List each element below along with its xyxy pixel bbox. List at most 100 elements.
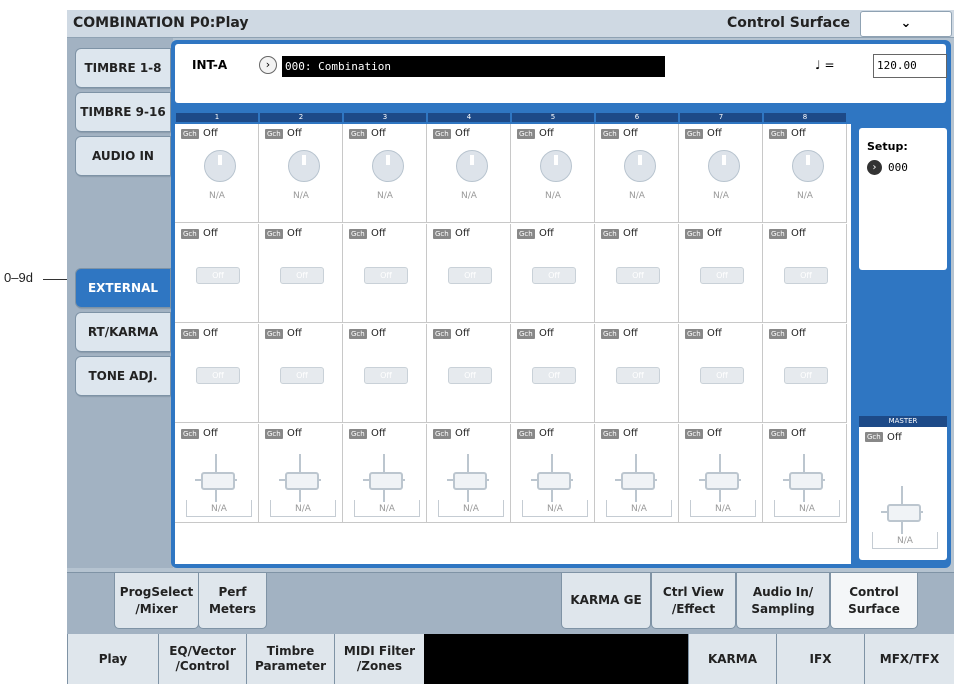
slider-handle[interactable] (887, 504, 921, 522)
gch-value[interactable]: Off (707, 428, 722, 439)
switch-button[interactable]: Off (700, 267, 744, 284)
chevron-down-icon: ⌄ (900, 16, 912, 31)
subtab-ctrl-view-effect[interactable]: Ctrl View /Effect (651, 573, 736, 629)
switch-button[interactable]: Off (280, 267, 324, 284)
gch-value[interactable]: Off (287, 428, 302, 439)
switch-button[interactable]: Off (364, 367, 408, 384)
gch-value[interactable]: Off (623, 428, 638, 439)
master-gch-badge: Gch (865, 432, 883, 442)
program-select-button[interactable]: › (259, 56, 277, 74)
slider-handle[interactable] (705, 472, 739, 490)
column-header: 7 (680, 113, 762, 122)
gch-value[interactable]: Off (791, 228, 806, 239)
gch-value[interactable]: Off (371, 228, 386, 239)
gch-value[interactable]: Off (287, 228, 302, 239)
gch-value[interactable]: Off (371, 428, 386, 439)
switch-button[interactable]: Off (616, 367, 660, 384)
master-gch-value[interactable]: Off (887, 432, 902, 443)
gch-value[interactable]: Off (203, 128, 218, 139)
maintab-timbre-parameter[interactable]: Timbre Parameter (246, 634, 334, 684)
knob[interactable] (456, 150, 488, 182)
slider-handle[interactable] (453, 472, 487, 490)
gch-value[interactable]: Off (371, 328, 386, 339)
knob-indicator (806, 155, 810, 165)
switch-button[interactable]: Off (532, 367, 576, 384)
slider-handle[interactable] (285, 472, 319, 490)
tab-timbre-1-8[interactable]: TIMBRE 1-8 (75, 48, 171, 88)
switch-button[interactable]: Off (616, 267, 660, 284)
maintab-mfx-tfx[interactable]: MFX/TFX (864, 634, 954, 684)
maintab-eq-vector-control[interactable]: EQ/Vector /Control (158, 634, 246, 684)
slider-handle[interactable] (369, 472, 403, 490)
maintab-midi-filter-zones[interactable]: MIDI Filter /Zones (334, 634, 424, 684)
gch-badge: Gch (769, 429, 787, 439)
subtab-control-surface[interactable]: Control Surface (830, 573, 918, 629)
gch-value[interactable]: Off (371, 128, 386, 139)
gch-value[interactable]: Off (455, 328, 470, 339)
knob[interactable] (708, 150, 740, 182)
gch-value[interactable]: Off (623, 328, 638, 339)
slider-handle[interactable] (621, 472, 655, 490)
switch-button[interactable]: Off (448, 367, 492, 384)
gch-value[interactable]: Off (203, 428, 218, 439)
switch-button[interactable]: Off (280, 367, 324, 384)
gch-value[interactable]: Off (203, 228, 218, 239)
gch-value[interactable]: Off (455, 128, 470, 139)
master-slider[interactable]: N/A (861, 456, 945, 555)
knob[interactable] (372, 150, 404, 182)
gch-value[interactable]: Off (791, 128, 806, 139)
switch-button[interactable]: Off (784, 367, 828, 384)
knob[interactable] (792, 150, 824, 182)
subtab-perf-meters[interactable]: Perf Meters (198, 573, 267, 629)
tab-timbre-9-16[interactable]: TIMBRE 9-16 (75, 92, 171, 132)
gch-value[interactable]: Off (539, 428, 554, 439)
gch-value[interactable]: Off (623, 228, 638, 239)
knob-value: N/A (713, 191, 729, 201)
knob[interactable] (288, 150, 320, 182)
gch-value[interactable]: Off (287, 128, 302, 139)
switch-button[interactable]: Off (700, 367, 744, 384)
setup-select-button[interactable]: › (867, 160, 882, 175)
knob[interactable] (204, 150, 236, 182)
subtab-progselect-mixer[interactable]: ProgSelect /Mixer (114, 573, 199, 629)
gch-value[interactable]: Off (791, 328, 806, 339)
subtab-audio-in-sampling[interactable]: Audio In/ Sampling (736, 573, 830, 629)
tab-tone-adj[interactable]: TONE ADJ. (75, 356, 171, 396)
gch-value[interactable]: Off (539, 228, 554, 239)
program-name-field[interactable]: 000: Combination (282, 56, 665, 77)
gch-value[interactable]: Off (791, 428, 806, 439)
switch-cell: Gch Off Off (175, 324, 259, 423)
gch-value[interactable]: Off (707, 328, 722, 339)
gch-value[interactable]: Off (623, 128, 638, 139)
page-menu-button[interactable]: ⌄ (860, 11, 952, 37)
gch-value[interactable]: Off (707, 128, 722, 139)
knob[interactable] (624, 150, 656, 182)
switch-button[interactable]: Off (196, 267, 240, 284)
maintab-play[interactable]: Play (67, 634, 158, 684)
slider-handle[interactable] (789, 472, 823, 490)
switch-button[interactable]: Off (364, 267, 408, 284)
gch-value[interactable]: Off (287, 328, 302, 339)
switch-button[interactable]: Off (784, 267, 828, 284)
tab-rt-karma[interactable]: RT/KARMA (75, 312, 171, 352)
slider-handle[interactable] (537, 472, 571, 490)
tab-external[interactable]: EXTERNAL (75, 268, 171, 308)
switch-cell: Gch Off Off (679, 324, 763, 423)
gch-value[interactable]: Off (455, 428, 470, 439)
switch-button[interactable]: Off (448, 267, 492, 284)
gch-value[interactable]: Off (539, 128, 554, 139)
gch-value[interactable]: Off (203, 328, 218, 339)
tab-audio-in[interactable]: AUDIO IN (75, 136, 171, 176)
gch-value[interactable]: Off (455, 228, 470, 239)
gch-value[interactable]: Off (539, 328, 554, 339)
tempo-field[interactable]: 120.00 (873, 54, 947, 78)
switch-button[interactable]: Off (532, 267, 576, 284)
setup-value[interactable]: 000 (888, 161, 908, 174)
gch-value[interactable]: Off (707, 228, 722, 239)
knob[interactable] (540, 150, 572, 182)
subtab-karma-ge[interactable]: KARMA GE (561, 573, 651, 629)
slider-handle[interactable] (201, 472, 235, 490)
maintab-karma[interactable]: KARMA (688, 634, 776, 684)
maintab-ifx[interactable]: IFX (776, 634, 864, 684)
switch-button[interactable]: Off (196, 367, 240, 384)
